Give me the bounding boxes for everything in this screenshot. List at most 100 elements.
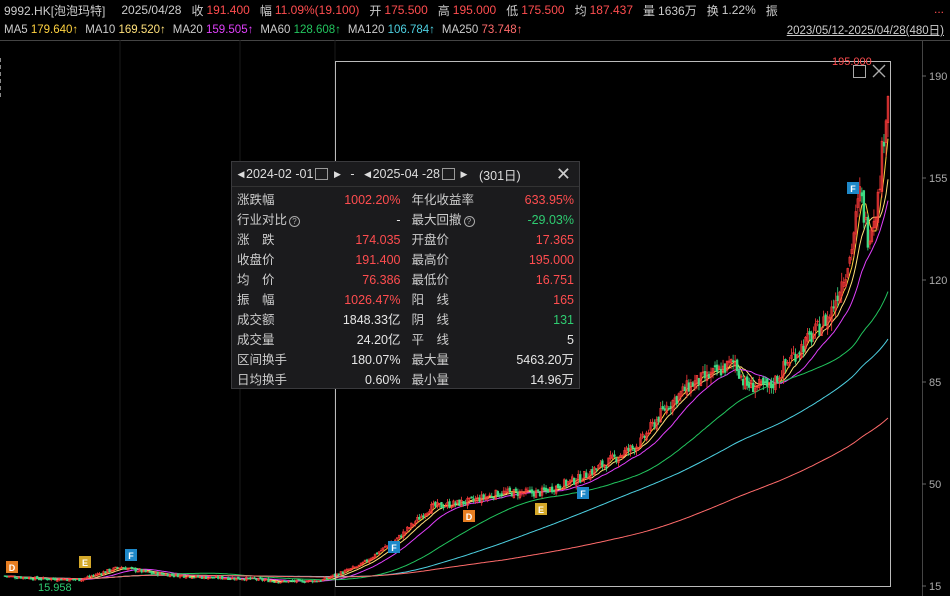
candle bbox=[92, 574, 95, 577]
candle bbox=[679, 390, 683, 402]
turnover-label: 换 bbox=[706, 3, 719, 18]
candle bbox=[659, 401, 662, 423]
more-menu-button[interactable]: ... bbox=[934, 2, 944, 16]
candle bbox=[697, 377, 701, 391]
candle bbox=[134, 567, 137, 574]
candle bbox=[780, 370, 783, 379]
open-label: 开 bbox=[369, 3, 382, 18]
start-date-picker[interactable]: 2024-02 -01 bbox=[246, 167, 329, 181]
candle bbox=[667, 406, 670, 411]
start-prev-arrow-icon[interactable]: ◀ bbox=[236, 169, 246, 180]
event-marker[interactable]: F bbox=[125, 549, 137, 561]
candle bbox=[194, 575, 198, 579]
candle bbox=[458, 499, 461, 506]
event-marker[interactable]: F bbox=[388, 541, 400, 553]
stat-label-text: 开盘价 bbox=[411, 233, 450, 247]
close-icon[interactable]: ✕ bbox=[556, 164, 571, 184]
candle bbox=[786, 359, 789, 366]
candle bbox=[687, 379, 691, 393]
stock-code-name[interactable]: 9992.HK[泡泡玛特] bbox=[4, 2, 105, 19]
stats-grid: 涨跌幅 1002.20% 年化收益率 633.95% 行业对比? - 最大回撤? -29.03… bbox=[232, 187, 579, 390]
candle bbox=[651, 418, 654, 427]
stat-value: 174.035 bbox=[355, 233, 401, 247]
event-marker-letter: F bbox=[850, 184, 856, 194]
candle bbox=[249, 576, 252, 580]
end-prev-arrow-icon[interactable]: ◀ bbox=[363, 169, 373, 180]
stat-value: 191.400 bbox=[355, 253, 401, 267]
stat-cell: 区间换手 180.07% bbox=[235, 350, 406, 370]
candle bbox=[824, 312, 827, 326]
event-marker[interactable]: F bbox=[847, 182, 859, 194]
candle bbox=[748, 377, 751, 392]
candle bbox=[756, 384, 759, 391]
candle bbox=[691, 381, 695, 387]
stat-label: 涨 跌 bbox=[237, 230, 275, 250]
candle bbox=[836, 287, 839, 307]
event-marker-letter: D bbox=[9, 563, 16, 573]
candle bbox=[33, 576, 37, 581]
event-marker-letter: F bbox=[391, 543, 397, 553]
candle bbox=[223, 578, 226, 580]
candle bbox=[359, 562, 363, 567]
stat-label-text: 均 价 bbox=[237, 273, 275, 287]
candle bbox=[446, 499, 449, 509]
event-marker[interactable]: E bbox=[535, 503, 547, 515]
candle bbox=[512, 489, 516, 499]
candle bbox=[11, 575, 15, 578]
start-next-arrow-icon[interactable]: ▶ bbox=[332, 169, 342, 180]
event-marker[interactable]: D bbox=[6, 561, 18, 573]
event-marker[interactable]: D bbox=[463, 510, 475, 522]
y-axis-tick-label: 85 bbox=[929, 377, 941, 389]
candle bbox=[641, 431, 644, 440]
candle bbox=[719, 362, 723, 378]
candle bbox=[701, 366, 705, 376]
close-value: 191.400 bbox=[206, 3, 250, 17]
event-marker[interactable]: E bbox=[79, 556, 91, 568]
candle bbox=[398, 534, 401, 540]
help-icon[interactable]: ? bbox=[289, 216, 301, 227]
candle bbox=[834, 292, 837, 318]
candle bbox=[408, 526, 411, 530]
date-range-link[interactable]: 2023/05/12-2025/04/28(480日) bbox=[787, 22, 944, 38]
end-date-picker[interactable]: 2025-04 -28 bbox=[373, 167, 456, 181]
candle bbox=[347, 568, 351, 571]
event-marker[interactable]: F bbox=[577, 487, 589, 499]
candle bbox=[373, 553, 377, 559]
stat-cell: 最小量 14.96万 bbox=[406, 370, 577, 390]
candle bbox=[494, 489, 497, 500]
candle bbox=[745, 374, 749, 390]
candle bbox=[168, 573, 172, 578]
ma20-item: MA20 159.505↑ bbox=[173, 24, 254, 36]
stat-value: 1002.20% bbox=[344, 193, 401, 207]
event-marker-letter: E bbox=[82, 558, 88, 568]
candle bbox=[58, 578, 61, 582]
calendar-icon[interactable] bbox=[442, 168, 456, 180]
candle bbox=[261, 577, 264, 582]
candle bbox=[587, 473, 590, 480]
candle bbox=[597, 464, 600, 470]
close-range-icon[interactable] bbox=[872, 64, 886, 78]
candle bbox=[583, 471, 586, 483]
end-next-arrow-icon[interactable]: ▶ bbox=[459, 169, 469, 180]
stat-label: 最低价 bbox=[412, 270, 450, 290]
candle bbox=[693, 374, 697, 391]
candle bbox=[663, 404, 666, 412]
candle bbox=[599, 459, 602, 468]
candle bbox=[128, 567, 131, 570]
candle bbox=[772, 377, 775, 394]
help-icon[interactable]: ? bbox=[463, 216, 475, 227]
candle bbox=[114, 566, 117, 569]
candle bbox=[868, 229, 872, 249]
candle bbox=[124, 566, 127, 570]
candle bbox=[44, 577, 47, 580]
candle bbox=[35, 575, 39, 580]
candle bbox=[524, 486, 528, 496]
candle bbox=[396, 537, 399, 541]
ma60-item: MA60 128.608↑ bbox=[260, 24, 341, 36]
stat-label: 收盘价 bbox=[237, 250, 275, 270]
calendar-icon[interactable] bbox=[315, 168, 329, 180]
candle bbox=[589, 469, 592, 481]
interval-stats-popup: ◀ 2024-02 -01 ▶ - ◀ 2025-04 -28 ▶ (301日)… bbox=[231, 161, 580, 389]
stat-value: 1848.33亿 bbox=[342, 313, 401, 327]
event-marker-letter: F bbox=[580, 489, 586, 499]
